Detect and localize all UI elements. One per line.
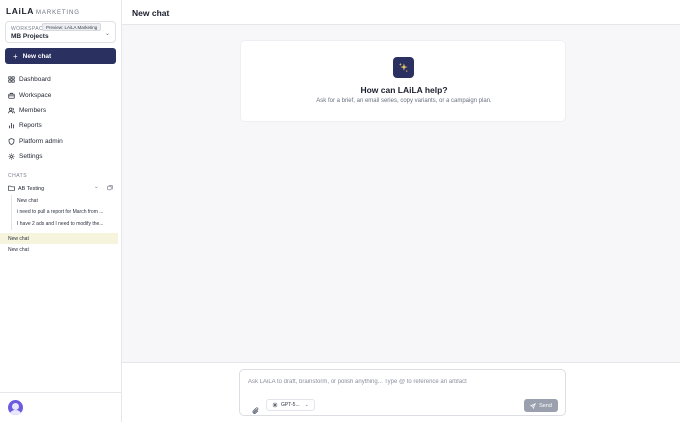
chevron-down-icon: ⌄ [304, 402, 309, 408]
new-chat-label: New chat [22, 52, 52, 60]
avatar[interactable] [8, 400, 23, 415]
chat-item[interactable]: New chat [0, 244, 118, 255]
welcome-subtitle: Ask for a brief, an email series, copy v… [316, 98, 492, 104]
message-input[interactable] [248, 376, 553, 387]
list-item[interactable]: New chat [12, 195, 119, 207]
sidebar-item-label: Dashboard [19, 76, 51, 84]
composer: GPT-5... ⌄ Send [239, 369, 566, 416]
welcome-title: How can LAiLA help? [360, 85, 448, 95]
page-title: New chat [132, 8, 170, 18]
list-item[interactable]: i need to pull a report for March from .… [12, 207, 119, 219]
chevron-down-icon: ⌄ [104, 31, 110, 37]
main-content: New chat How can LAiLA help? Ask for a b… [122, 0, 680, 422]
chat-folder-children: New chat i need to pull a report for Mar… [11, 195, 119, 230]
paperclip-icon[interactable] [252, 402, 260, 414]
chats-section-label: CHATS [8, 173, 28, 179]
chart-icon [8, 122, 15, 129]
chat-folder-name: AB Testing [18, 185, 45, 192]
header: New chat [122, 0, 680, 25]
logo-product: MARKETING [36, 10, 80, 16]
logo[interactable]: LAiLA MARKETING [6, 6, 80, 18]
folder-icon [8, 185, 15, 192]
sidebar-item-label: Settings [19, 153, 43, 161]
sidebar-nav: Dashboard Workspace Members Reports Plat… [0, 72, 121, 164]
sidebar-item-platform-admin[interactable]: Platform admin [0, 134, 121, 149]
chat-item-active[interactable]: New chat [0, 233, 118, 244]
sidebar-item-label: Reports [19, 122, 42, 130]
sidebar-item-dashboard[interactable]: Dashboard [0, 72, 121, 87]
list-item[interactable]: I have 2 ads and I need to modify the... [12, 218, 119, 230]
new-chat-button[interactable]: + New chat [5, 48, 116, 64]
sidebar-item-members[interactable]: Members [0, 103, 121, 118]
new-chat-in-folder-icon[interactable] [107, 185, 113, 191]
model-selector[interactable]: GPT-5... ⌄ [266, 399, 315, 411]
workspace-tooltip: Preview: LAiLA Marketing [42, 23, 102, 31]
sidebar-item-label: Platform admin [19, 137, 63, 145]
sidebar-item-workspace[interactable]: Workspace [0, 87, 121, 102]
sparkle-icon [393, 57, 414, 78]
users-icon [8, 107, 15, 114]
send-button[interactable]: Send [524, 399, 558, 412]
model-name: GPT-5... [281, 402, 300, 408]
sidebar-item-reports[interactable]: Reports [0, 118, 121, 133]
briefcase-icon [8, 92, 15, 99]
sidebar: LAiLA MARKETING WORKSPACE MB Projects ⌄ … [0, 0, 122, 422]
sidebar-item-settings[interactable]: Settings [0, 149, 121, 164]
send-label: Send [539, 402, 552, 409]
gear-icon [8, 153, 15, 160]
dashboard-icon [8, 76, 15, 83]
chat-folder[interactable]: AB Testing ⌄ [0, 183, 121, 194]
welcome-card: How can LAiLA help? Ask for a brief, an … [240, 40, 566, 122]
sidebar-item-label: Workspace [19, 91, 52, 99]
shield-icon [8, 137, 15, 145]
sidebar-item-label: Members [19, 106, 47, 114]
logo-wordmark: LAiLA [6, 6, 35, 16]
plus-icon: + [13, 51, 18, 61]
chevron-down-icon[interactable]: ⌄ [94, 184, 99, 190]
workspace-name: MB Projects [11, 33, 49, 40]
